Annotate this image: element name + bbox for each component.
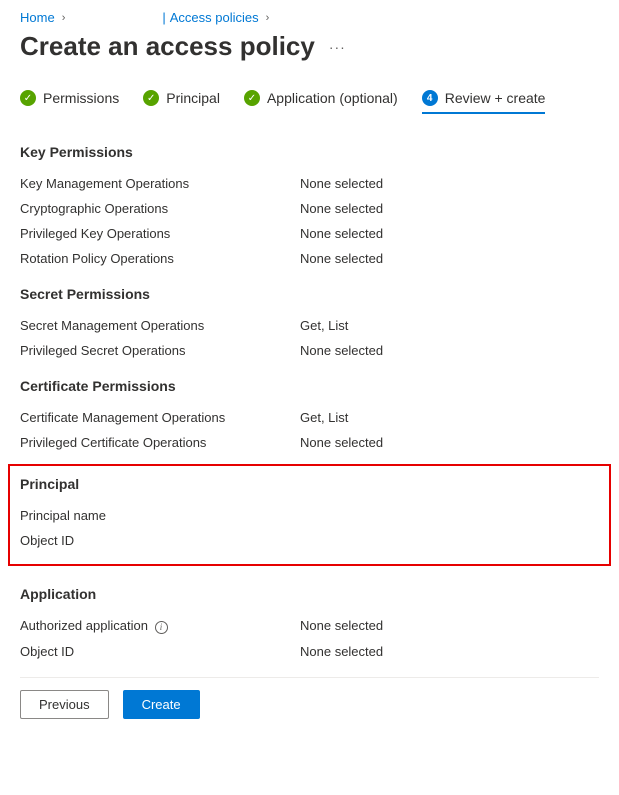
tab-label: Application (optional) [267, 90, 398, 106]
check-icon: ✓ [244, 90, 260, 106]
tab-label: Review + create [445, 90, 546, 106]
tab-review-create[interactable]: 4 Review + create [422, 90, 546, 114]
row-value: None selected [300, 644, 383, 659]
row-label: Privileged Secret Operations [20, 343, 300, 358]
row-privileged-secret: Privileged Secret OperationsNone selecte… [20, 343, 599, 358]
check-icon: ✓ [143, 90, 159, 106]
previous-button[interactable]: Previous [20, 690, 109, 719]
row-label: Key Management Operations [20, 176, 300, 191]
section-title-certificate-permissions: Certificate Permissions [20, 378, 599, 394]
row-label: Privileged Key Operations [20, 226, 300, 241]
row-label: Object ID [20, 644, 300, 659]
breadcrumb-access-policies[interactable]: Access policies [170, 10, 259, 25]
row-value: None selected [300, 343, 383, 358]
row-application-object-id: Object IDNone selected [20, 644, 599, 659]
row-authorized-application: Authorized application i None selected [20, 618, 599, 634]
row-key-management: Key Management OperationsNone selected [20, 176, 599, 191]
row-principal-name: Principal name [20, 508, 599, 523]
page-title: Create an access policy [20, 31, 315, 62]
row-label: Cryptographic Operations [20, 201, 300, 216]
section-title-secret-permissions: Secret Permissions [20, 286, 599, 302]
row-value: Get, List [300, 318, 348, 333]
row-label: Object ID [20, 533, 300, 548]
row-value: None selected [300, 618, 383, 633]
check-icon: ✓ [20, 90, 36, 106]
row-label: Secret Management Operations [20, 318, 300, 333]
breadcrumb-home[interactable]: Home [20, 10, 55, 25]
tab-label: Principal [166, 90, 220, 106]
step-number-icon: 4 [422, 90, 438, 106]
row-secret-management: Secret Management OperationsGet, List [20, 318, 599, 333]
tab-label: Permissions [43, 90, 119, 106]
chevron-right-icon: › [266, 12, 270, 24]
create-button[interactable]: Create [123, 690, 200, 719]
info-icon[interactable]: i [155, 621, 168, 634]
row-value: None selected [300, 251, 383, 266]
row-value: None selected [300, 226, 383, 241]
row-label: Certificate Management Operations [20, 410, 300, 425]
row-privileged-key: Privileged Key OperationsNone selected [20, 226, 599, 241]
tab-principal[interactable]: ✓ Principal [143, 90, 220, 114]
breadcrumb: Home › | Access policies › [20, 10, 599, 25]
row-label: Rotation Policy Operations [20, 251, 300, 266]
wizard-tabs: ✓ Permissions ✓ Principal ✓ Application … [20, 90, 599, 114]
row-value: None selected [300, 201, 383, 216]
section-title-key-permissions: Key Permissions [20, 144, 599, 160]
row-label: Privileged Certificate Operations [20, 435, 300, 450]
row-cryptographic: Cryptographic OperationsNone selected [20, 201, 599, 216]
row-label: Principal name [20, 508, 300, 523]
breadcrumb-separator: | [162, 10, 165, 25]
row-rotation-policy: Rotation Policy OperationsNone selected [20, 251, 599, 266]
row-value: None selected [300, 176, 383, 191]
section-title-application: Application [20, 586, 599, 602]
row-label: Authorized application i [20, 618, 300, 634]
row-value: Get, List [300, 410, 348, 425]
row-value: None selected [300, 435, 383, 450]
chevron-right-icon: › [62, 12, 66, 24]
tab-application[interactable]: ✓ Application (optional) [244, 90, 398, 114]
row-principal-object-id: Object ID [20, 533, 599, 548]
tab-permissions[interactable]: ✓ Permissions [20, 90, 119, 114]
section-title-principal: Principal [20, 476, 599, 492]
more-actions-icon[interactable]: ··· [329, 39, 346, 55]
footer-actions: Previous Create [20, 677, 599, 731]
principal-highlight-box: Principal Principal name Object ID [8, 464, 611, 566]
row-certificate-management: Certificate Management OperationsGet, Li… [20, 410, 599, 425]
row-privileged-certificate: Privileged Certificate OperationsNone se… [20, 435, 599, 450]
